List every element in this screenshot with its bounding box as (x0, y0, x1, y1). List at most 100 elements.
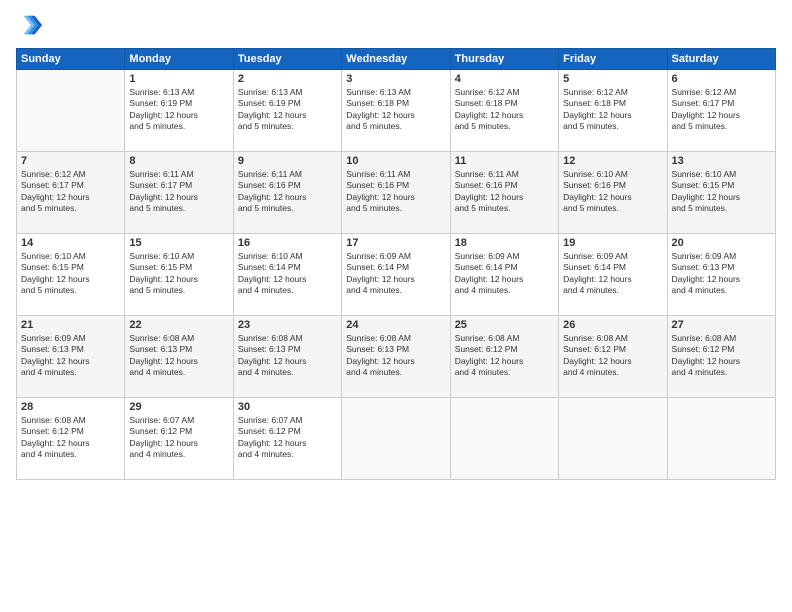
day-number: 24 (346, 319, 445, 331)
calendar-week-row: 14 Sunrise: 6:10 AM Sunset: 6:15 PM Dayli… (17, 234, 776, 316)
calendar-cell: 3 Sunrise: 6:13 AM Sunset: 6:18 PM Daylig… (342, 70, 450, 152)
day-info: Sunrise: 6:09 AM Sunset: 6:13 PM Dayligh… (672, 251, 771, 297)
day-info: Sunrise: 6:10 AM Sunset: 6:16 PM Dayligh… (563, 169, 662, 215)
calendar-cell: 4Sunrise: 6:12 AM Sunset: 6:18 PM Daylig… (450, 70, 558, 152)
day-number: 19 (563, 237, 662, 249)
day-info: Sunrise: 6:07 AM Sunset: 6:12 PM Dayligh… (238, 415, 337, 461)
day-number: 21 (21, 319, 120, 331)
day-number: 6 (672, 73, 771, 85)
weekday-header: Sunday (17, 49, 125, 70)
calendar-cell: 20Sunrise: 6:09 AM Sunset: 6:13 PM Dayli… (667, 234, 775, 316)
day-info: Sunrise: 6:07 AM Sunset: 6:12 PM Dayligh… (129, 415, 228, 461)
day-number: 16 (238, 237, 337, 249)
day-info: Sunrise: 6:12 AM Sunset: 6:17 PM Dayligh… (672, 87, 771, 133)
weekday-header: Tuesday (233, 49, 341, 70)
day-number: 26 (563, 319, 662, 331)
calendar-cell (342, 398, 450, 480)
calendar-cell: 6 Sunrise: 6:12 AM Sunset: 6:17 PM Daylig… (667, 70, 775, 152)
day-number: 3 (346, 73, 445, 85)
day-number: 27 (672, 319, 771, 331)
day-info: Sunrise: 6:09 AM Sunset: 6:13 PM Dayligh… (21, 333, 120, 379)
calendar-week-row: 7 Sunrise: 6:12 AM Sunset: 6:17 PM Daylig… (17, 152, 776, 234)
calendar-cell (17, 70, 125, 152)
weekday-header: Saturday (667, 49, 775, 70)
calendar-cell (667, 398, 775, 480)
day-number: 29 (129, 401, 228, 413)
calendar-week-row: 28 Sunrise: 6:08 AM Sunset: 6:12 PM Dayli… (17, 398, 776, 480)
day-number: 10 (346, 155, 445, 167)
day-number: 5 (563, 73, 662, 85)
day-info: Sunrise: 6:09 AM Sunset: 6:14 PM Dayligh… (346, 251, 445, 297)
day-number: 9 (238, 155, 337, 167)
day-info: Sunrise: 6:11 AM Sunset: 6:16 PM Dayligh… (346, 169, 445, 215)
calendar-cell: 17 Sunrise: 6:09 AM Sunset: 6:14 PM Dayli… (342, 234, 450, 316)
day-info: Sunrise: 6:08 AM Sunset: 6:12 PM Dayligh… (455, 333, 554, 379)
day-info: Sunrise: 6:10 AM Sunset: 6:15 PM Dayligh… (21, 251, 120, 297)
calendar-cell: 9 Sunrise: 6:11 AM Sunset: 6:16 PM Daylig… (233, 152, 341, 234)
calendar-cell: 14 Sunrise: 6:10 AM Sunset: 6:15 PM Dayli… (17, 234, 125, 316)
day-number: 28 (21, 401, 120, 413)
calendar-cell: 15 Sunrise: 6:10 AM Sunset: 6:15 PM Dayli… (125, 234, 233, 316)
calendar-cell: 10 Sunrise: 6:11 AM Sunset: 6:16 PM Dayli… (342, 152, 450, 234)
calendar-cell: 19Sunrise: 6:09 AM Sunset: 6:14 PM Dayli… (559, 234, 667, 316)
day-info: Sunrise: 6:08 AM Sunset: 6:13 PM Dayligh… (129, 333, 228, 379)
day-number: 23 (238, 319, 337, 331)
day-info: Sunrise: 6:10 AM Sunset: 6:14 PM Dayligh… (238, 251, 337, 297)
day-number: 1 (129, 73, 228, 85)
day-number: 22 (129, 319, 228, 331)
day-number: 7 (21, 155, 120, 167)
day-number: 17 (346, 237, 445, 249)
day-number: 18 (455, 237, 554, 249)
day-number: 30 (238, 401, 337, 413)
day-number: 12 (563, 155, 662, 167)
day-info: Sunrise: 6:13 AM Sunset: 6:19 PM Dayligh… (238, 87, 337, 133)
day-info: Sunrise: 6:12 AM Sunset: 6:17 PM Dayligh… (21, 169, 120, 215)
calendar-cell: 5 Sunrise: 6:12 AM Sunset: 6:18 PM Daylig… (559, 70, 667, 152)
day-number: 15 (129, 237, 228, 249)
day-number: 4 (455, 73, 554, 85)
day-info: Sunrise: 6:10 AM Sunset: 6:15 PM Dayligh… (129, 251, 228, 297)
calendar-cell: 2Sunrise: 6:13 AM Sunset: 6:19 PM Daylig… (233, 70, 341, 152)
calendar-cell: 22 Sunrise: 6:08 AM Sunset: 6:13 PM Dayli… (125, 316, 233, 398)
day-info: Sunrise: 6:08 AM Sunset: 6:13 PM Dayligh… (346, 333, 445, 379)
day-info: Sunrise: 6:10 AM Sunset: 6:15 PM Dayligh… (672, 169, 771, 215)
day-info: Sunrise: 6:12 AM Sunset: 6:18 PM Dayligh… (563, 87, 662, 133)
weekday-header: Monday (125, 49, 233, 70)
calendar-cell: 12 Sunrise: 6:10 AM Sunset: 6:16 PM Dayli… (559, 152, 667, 234)
calendar-cell: 8Sunrise: 6:11 AM Sunset: 6:17 PM Daylig… (125, 152, 233, 234)
day-info: Sunrise: 6:08 AM Sunset: 6:12 PM Dayligh… (563, 333, 662, 379)
calendar-cell: 18 Sunrise: 6:09 AM Sunset: 6:14 PM Dayli… (450, 234, 558, 316)
day-number: 13 (672, 155, 771, 167)
calendar-cell (559, 398, 667, 480)
day-info: Sunrise: 6:08 AM Sunset: 6:13 PM Dayligh… (238, 333, 337, 379)
calendar-cell: 28 Sunrise: 6:08 AM Sunset: 6:12 PM Dayli… (17, 398, 125, 480)
page: SundayMondayTuesdayWednesdayThursdayFrid… (0, 0, 792, 612)
calendar-cell: 21 Sunrise: 6:09 AM Sunset: 6:13 PM Dayli… (17, 316, 125, 398)
weekday-header: Wednesday (342, 49, 450, 70)
day-info: Sunrise: 6:11 AM Sunset: 6:16 PM Dayligh… (455, 169, 554, 215)
day-info: Sunrise: 6:13 AM Sunset: 6:18 PM Dayligh… (346, 87, 445, 133)
day-number: 25 (455, 319, 554, 331)
calendar-week-row: 1 Sunrise: 6:13 AM Sunset: 6:19 PM Daylig… (17, 70, 776, 152)
day-number: 8 (129, 155, 228, 167)
calendar-cell: 25 Sunrise: 6:08 AM Sunset: 6:12 PM Dayli… (450, 316, 558, 398)
calendar-cell: 30 Sunrise: 6:07 AM Sunset: 6:12 PM Dayli… (233, 398, 341, 480)
logo-icon (16, 12, 44, 40)
calendar-week-row: 21 Sunrise: 6:09 AM Sunset: 6:13 PM Dayli… (17, 316, 776, 398)
header (16, 12, 776, 40)
calendar-cell: 24 Sunrise: 6:08 AM Sunset: 6:13 PM Dayli… (342, 316, 450, 398)
calendar-cell: 1 Sunrise: 6:13 AM Sunset: 6:19 PM Daylig… (125, 70, 233, 152)
calendar-cell: 7 Sunrise: 6:12 AM Sunset: 6:17 PM Daylig… (17, 152, 125, 234)
calendar-cell: 27Sunrise: 6:08 AM Sunset: 6:12 PM Dayli… (667, 316, 775, 398)
calendar-cell: 23 Sunrise: 6:08 AM Sunset: 6:13 PM Dayli… (233, 316, 341, 398)
calendar-cell (450, 398, 558, 480)
day-info: Sunrise: 6:13 AM Sunset: 6:19 PM Dayligh… (129, 87, 228, 133)
calendar-cell: 26 Sunrise: 6:08 AM Sunset: 6:12 PM Dayli… (559, 316, 667, 398)
calendar-cell: 13 Sunrise: 6:10 AM Sunset: 6:15 PM Dayli… (667, 152, 775, 234)
calendar-cell: 11Sunrise: 6:11 AM Sunset: 6:16 PM Dayli… (450, 152, 558, 234)
logo (16, 12, 48, 40)
day-info: Sunrise: 6:11 AM Sunset: 6:16 PM Dayligh… (238, 169, 337, 215)
day-info: Sunrise: 6:08 AM Sunset: 6:12 PM Dayligh… (21, 415, 120, 461)
day-info: Sunrise: 6:09 AM Sunset: 6:14 PM Dayligh… (455, 251, 554, 297)
day-number: 14 (21, 237, 120, 249)
